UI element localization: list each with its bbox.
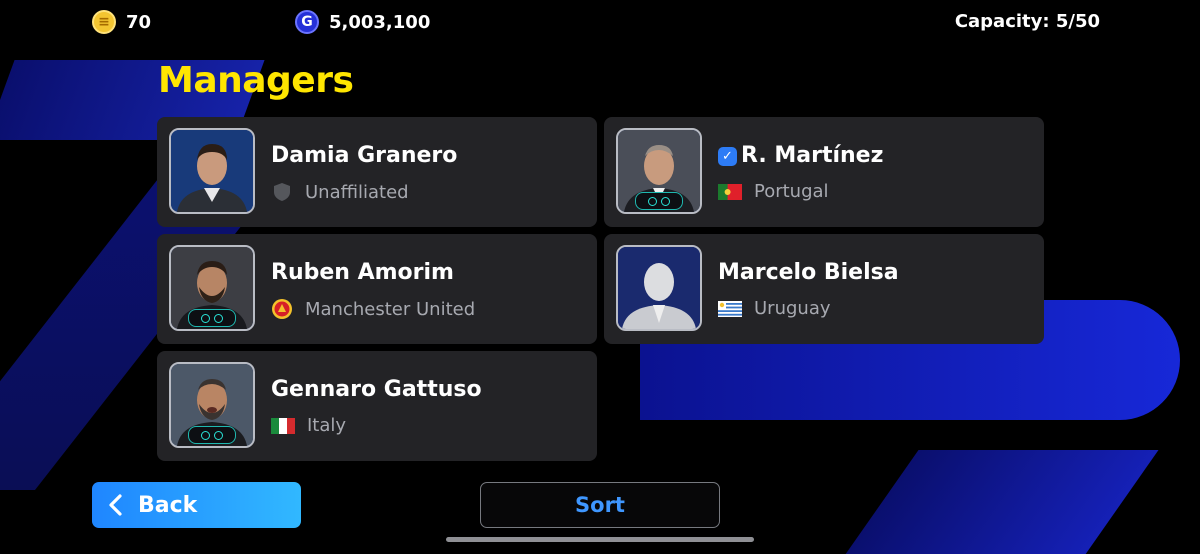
coins-balance: ≡ 70 (92, 10, 151, 34)
manchester-united-badge-icon (272, 299, 292, 319)
sort-button-label: Sort (575, 493, 625, 517)
sort-button[interactable]: Sort (480, 482, 720, 528)
manager-name: Ruben Amorim (271, 260, 454, 285)
manager-name-text: Damia Granero (271, 143, 458, 168)
manager-name-text: Marcelo Bielsa (718, 260, 899, 285)
manager-name: ✓ R. Martínez (718, 143, 883, 168)
page-title: Managers (158, 60, 354, 101)
manager-name: Damia Granero (271, 143, 457, 168)
manager-portrait (616, 128, 702, 214)
shield-icon (274, 183, 290, 201)
manager-portrait (169, 245, 255, 331)
chevron-left-icon (109, 494, 122, 516)
italy-flag-icon (271, 417, 295, 434)
manager-name-text: R. Martínez (741, 143, 884, 168)
manager-tag-icon (188, 426, 236, 444)
manager-team: Unaffiliated (271, 181, 409, 203)
team-name: Unaffiliated (305, 181, 409, 203)
manager-team: Portugal (718, 181, 829, 202)
manager-team: Manchester United (271, 298, 475, 320)
manager-portrait (616, 245, 702, 331)
manager-photo (171, 130, 253, 212)
coins-value: 70 (126, 11, 152, 33)
manager-card-ruben-amorim[interactable]: Ruben Amorim Manchester United (157, 234, 597, 344)
manager-name-text: Gennaro Gattuso (271, 377, 482, 402)
manager-card-damia-granero[interactable]: Damia Granero Unaffiliated (157, 117, 597, 227)
uruguay-flag-icon (718, 300, 742, 317)
home-indicator[interactable] (446, 537, 754, 542)
manager-name: Gennaro Gattuso (271, 377, 482, 402)
gp-value: 5,003,100 (329, 11, 431, 33)
capacity-label: Capacity: 5/50 (954, 11, 1100, 32)
back-button-label: Back (138, 492, 198, 518)
manager-team: Uruguay (718, 298, 831, 319)
silhouette-icon (618, 247, 700, 329)
background-stripe (841, 450, 1159, 554)
team-name: Uruguay (754, 298, 831, 319)
manager-tag-icon (635, 192, 683, 210)
team-name: Portugal (754, 181, 829, 202)
team-name: Italy (307, 415, 347, 436)
manager-card-gennaro-gattuso[interactable]: Gennaro Gattuso Italy (157, 351, 597, 461)
back-button[interactable]: Back (92, 482, 301, 528)
manager-portrait (169, 128, 255, 214)
manager-team: Italy (271, 415, 346, 436)
manager-name: Marcelo Bielsa (718, 260, 899, 285)
efootball-coin-icon: ≡ (92, 10, 116, 34)
gp-coin-icon: G (295, 10, 319, 34)
manager-tag-icon (188, 309, 236, 327)
top-bar: ≡ 70 G 5,003,100 Capacity: 5/50 (0, 0, 1200, 44)
portugal-flag-icon (718, 183, 742, 200)
manager-portrait (169, 362, 255, 448)
manager-name-text: Ruben Amorim (271, 260, 454, 285)
manager-card-marcelo-bielsa[interactable]: Marcelo Bielsa Uruguay (604, 234, 1044, 344)
verified-check-icon: ✓ (718, 147, 737, 166)
team-name: Manchester United (305, 298, 476, 320)
manager-card-r-martinez[interactable]: ✓ R. Martínez Portugal (604, 117, 1044, 227)
gp-balance: G 5,003,100 (295, 10, 430, 34)
